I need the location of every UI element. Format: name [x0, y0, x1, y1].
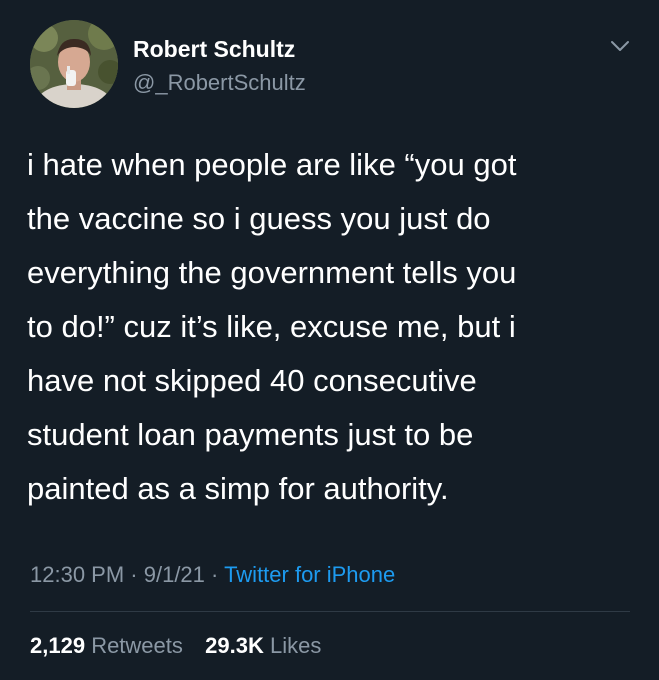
- tweet-line: i hate when people are like “you got: [27, 147, 517, 182]
- tweet-line: have not skipped 40 consecutive: [27, 363, 477, 398]
- tweet-line: painted as a simp for authority.: [27, 471, 449, 506]
- author-handle[interactable]: @_RobertSchultz: [133, 70, 306, 96]
- tweet-line: the vaccine so i guess you just do: [27, 201, 491, 236]
- tweet-source-link[interactable]: Twitter for iPhone: [224, 562, 395, 587]
- retweets-label: Retweets: [91, 633, 183, 658]
- tweet-date[interactable]: 9/1/21: [144, 562, 205, 587]
- divider: [30, 611, 630, 612]
- chevron-down-icon[interactable]: [606, 36, 634, 56]
- likes-label: Likes: [270, 633, 322, 658]
- meta-separator: ·: [204, 562, 225, 587]
- likes-stat[interactable]: 29.3K Likes: [199, 633, 321, 658]
- tweet-stats: 2,129 Retweets 29.3K Likes: [30, 633, 321, 659]
- tweet-line: everything the government tells you: [27, 255, 517, 290]
- tweet-time[interactable]: 12:30 PM: [30, 562, 124, 587]
- tweet-card: Robert Schultz @_RobertSchultz i hate wh…: [0, 0, 659, 680]
- author-name[interactable]: Robert Schultz: [133, 36, 295, 63]
- meta-separator: ·: [124, 562, 144, 587]
- retweets-count: 2,129: [30, 633, 86, 658]
- retweets-stat[interactable]: 2,129 Retweets: [30, 633, 189, 658]
- tweet-text: i hate when people are like “you got the…: [27, 138, 637, 516]
- avatar[interactable]: [30, 20, 118, 108]
- tweet-line: to do!” cuz it’s like, excuse me, but i: [27, 309, 516, 344]
- likes-count: 29.3K: [205, 633, 264, 658]
- tweet-meta: 12:30 PM · 9/1/21 · Twitter for iPhone: [30, 562, 395, 588]
- avatar-photo: [30, 20, 118, 108]
- tweet-line: student loan payments just to be: [27, 417, 474, 452]
